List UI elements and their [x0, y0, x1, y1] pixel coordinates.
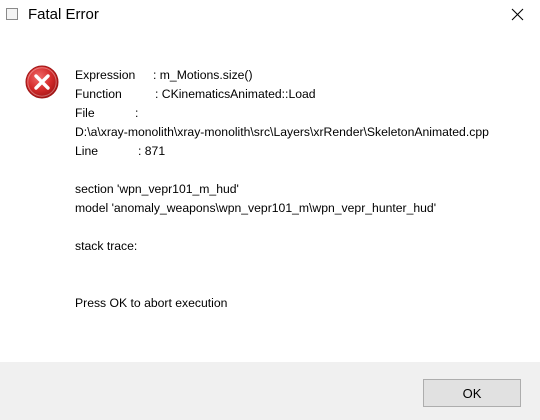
abort-prompt: Press OK to abort execution: [75, 296, 228, 310]
section-line: section 'wpn_vepr101_m_hud': [75, 182, 239, 196]
model-line: model 'anomaly_weapons\wpn_vepr101_m\wpn…: [75, 201, 437, 215]
file-colon: :: [135, 106, 139, 120]
close-icon: [511, 8, 524, 21]
title-bar: Fatal Error: [0, 0, 540, 30]
dialog-content: Expression : m_Motions.size() Function : C…: [0, 30, 540, 362]
error-icon: [25, 65, 59, 99]
expression-value: : m_Motions.size(): [153, 68, 253, 82]
expression-row: Expression : m_Motions.size(): [75, 66, 515, 85]
close-button[interactable]: [494, 0, 540, 30]
button-bar: OK: [0, 362, 540, 420]
line-row: Line : 871: [75, 142, 515, 161]
file-label: File: [75, 106, 95, 120]
line-value: : 871: [138, 144, 166, 158]
file-path: D:\a\xray-monolith\xray-monolith\src\Lay…: [75, 125, 489, 139]
error-message: Expression : m_Motions.size() Function : C…: [75, 66, 515, 313]
expression-label: Expression: [75, 68, 136, 82]
fatal-error-dialog: Fatal Error Expression: m_Motions.size()…: [0, 0, 540, 420]
function-value: : CKinematicsAnimated::Load: [155, 87, 316, 101]
file-row: File:: [75, 104, 515, 123]
window-app-icon: [6, 8, 18, 20]
window-title: Fatal Error: [28, 6, 99, 23]
function-label: Function: [75, 87, 122, 101]
function-row: Function : CKinematicsAnimated::Load: [75, 85, 515, 104]
stack-trace-label: stack trace:: [75, 239, 138, 253]
line-label: Line: [75, 144, 99, 158]
ok-button[interactable]: OK: [423, 379, 521, 407]
